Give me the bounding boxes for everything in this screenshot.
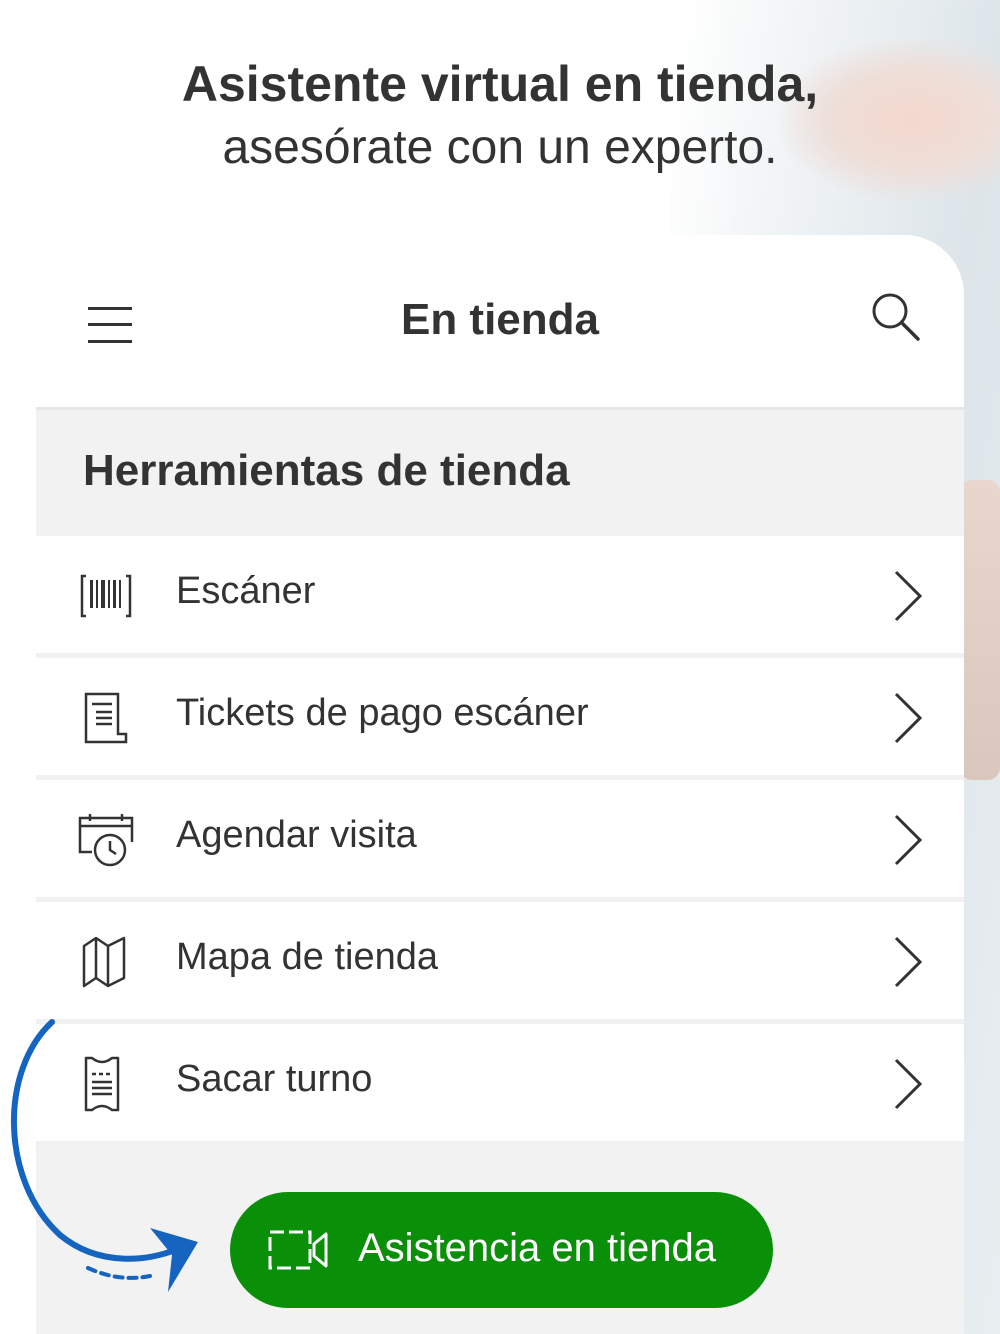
receipt-icon	[84, 692, 128, 744]
page-title: En tienda	[400, 295, 600, 344]
menu-item-scanner[interactable]: Escáner	[36, 536, 964, 658]
promo-title: Asistente virtual en tienda,	[181, 56, 819, 112]
app-bar: En tienda	[36, 235, 964, 407]
chevron-right-icon	[894, 570, 923, 622]
chevron-right-icon	[894, 692, 923, 744]
curved-arrow-icon	[10, 1019, 198, 1292]
menu-item-label: Mapa de tienda	[176, 936, 438, 978]
section-header: Herramientas de tienda	[36, 407, 964, 536]
calendar-clock-icon	[78, 814, 134, 867]
store-assistance-button[interactable]: Asistencia en tienda	[230, 1192, 773, 1308]
barcode-icon	[80, 574, 132, 618]
search-icon[interactable]	[870, 291, 922, 343]
chevron-right-icon	[894, 1058, 923, 1110]
map-icon	[82, 936, 126, 988]
chevron-right-icon	[894, 936, 923, 988]
menu-item-label: Agendar visita	[176, 814, 417, 856]
chevron-right-icon	[894, 814, 923, 866]
section-title: Herramientas de tienda	[83, 446, 570, 495]
promo-subtitle: asesórate con un experto.	[222, 121, 778, 174]
video-camera-icon	[268, 1230, 328, 1270]
promo-headline: Asistente virtual en tienda, asesórate c…	[0, 52, 1000, 180]
menu-item-label: Tickets de pago escáner	[176, 692, 589, 734]
store-assistance-label: Asistencia en tienda	[358, 1226, 717, 1270]
menu-item-payment-tickets[interactable]: Tickets de pago escáner	[36, 658, 964, 780]
menu-item-label: Escáner	[176, 570, 316, 612]
menu-item-schedule-visit[interactable]: Agendar visita	[36, 780, 964, 902]
menu-item-store-map[interactable]: Mapa de tienda	[36, 902, 964, 1024]
